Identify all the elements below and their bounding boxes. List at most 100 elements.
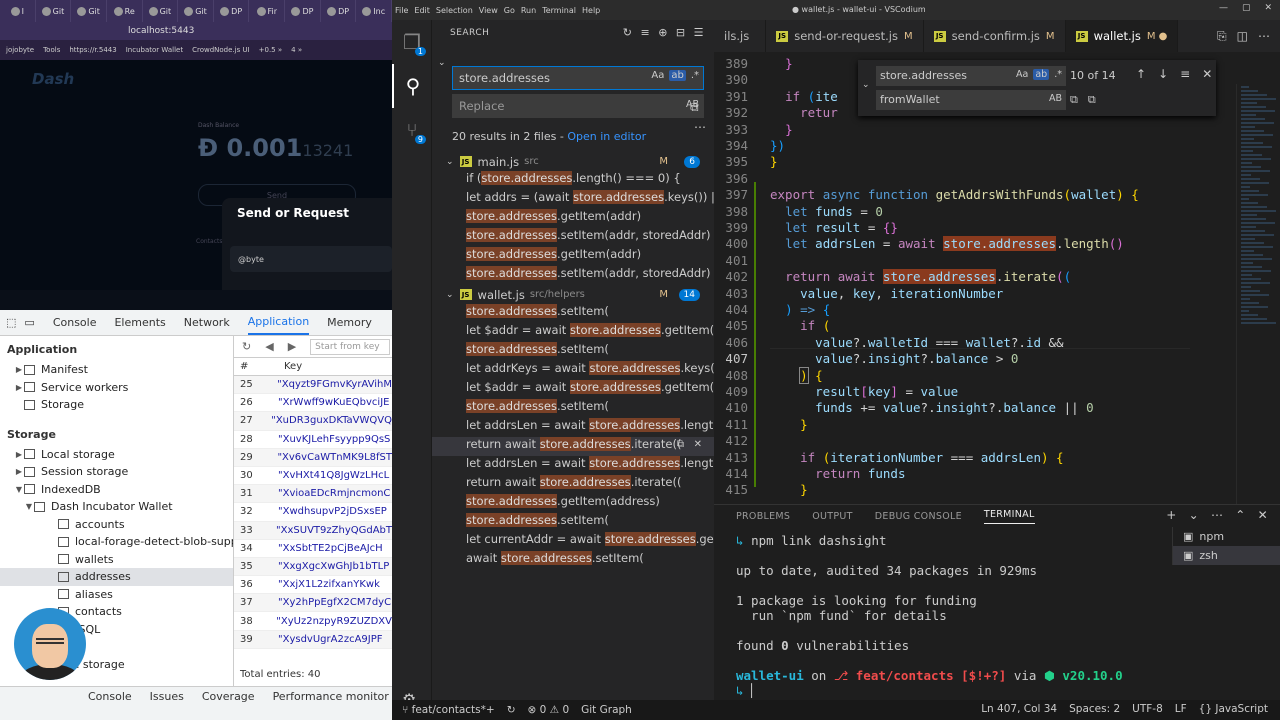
terminal-output[interactable]: ↳ npm link dashsight up to date, audited… — [736, 533, 1166, 698]
minimap[interactable] — [1236, 84, 1280, 504]
cursor-position[interactable]: Ln 407, Col 34 — [975, 703, 1063, 715]
storage-item[interactable]: local-forage-detect-blob-support — [0, 533, 233, 551]
search-match[interactable]: store.addresses.getItem(addr) — [432, 209, 714, 228]
app-item[interactable]: Storage — [0, 396, 233, 414]
expand-icon[interactable]: ▶ — [14, 450, 24, 459]
bookmark-item[interactable]: CrowdNode.js UI — [192, 46, 250, 54]
regex-icon[interactable]: .* — [691, 70, 699, 81]
browser-tab[interactable]: Inc — [356, 0, 392, 22]
search-match[interactable]: store.addresses.setItem(addr, storedAddr… — [432, 228, 714, 247]
terminal-instance[interactable]: ▣ npm — [1173, 527, 1280, 546]
menu-item[interactable]: File — [395, 6, 408, 15]
replace-one-icon[interactable]: ⧉ — [1070, 93, 1078, 107]
result-file[interactable]: ⌄ JS main.js src M 6 — [432, 152, 714, 171]
open-in-editor-link[interactable]: Open in editor — [567, 130, 646, 143]
search-match[interactable]: let addrKeys = await store.addresses.key… — [432, 361, 714, 380]
panel-tab-output[interactable]: OUTPUT — [812, 511, 853, 522]
search-match[interactable]: let currentAddr = await store.addresses.… — [432, 532, 714, 551]
problems-status[interactable]: ⊗ 0 ⚠ 0 — [522, 704, 576, 716]
clear-results-icon[interactable]: ≡ — [640, 26, 650, 39]
browser-tab[interactable]: Git — [143, 0, 179, 22]
search-match[interactable]: return await store.addresses.iterate((⧉ … — [432, 437, 714, 456]
search-match[interactable]: return await store.addresses.iterate(( — [432, 475, 714, 494]
search-match[interactable]: let addrsLen = await store.addresses.len… — [432, 456, 714, 475]
devtools-tab-console[interactable]: Console — [53, 316, 97, 329]
close-panel-icon[interactable]: ✕ — [1258, 508, 1268, 522]
find-in-selection-icon[interactable]: ≡ — [1180, 67, 1190, 81]
menu-item[interactable]: Run — [521, 6, 536, 15]
editor-tab[interactable]: JS send-confirm.js M — [924, 20, 1066, 52]
table-row[interactable]: 30 "XvHXt41Q8JgWzLHcL — [234, 467, 392, 486]
table-row[interactable]: 37 "Xy2hPpEgfX2CM7dyC — [234, 594, 392, 613]
devtools-tab-memory[interactable]: Memory — [327, 316, 372, 329]
app-item[interactable]: ▶ Manifest — [0, 361, 233, 379]
table-row[interactable]: 39 "XysdvUgrA2zcA9JPF — [234, 630, 392, 649]
line-ending[interactable]: LF — [1169, 703, 1193, 715]
table-row[interactable]: 34 "XxSbtTE2pCjBeAJcH — [234, 540, 392, 558]
browser-tab[interactable]: DP — [285, 0, 321, 22]
collapse-all-icon[interactable]: ⊟ — [676, 26, 686, 39]
split-editor-icon[interactable]: ◫ — [1237, 29, 1248, 44]
menu-item[interactable]: Terminal — [542, 6, 576, 15]
panel-tab-debug-console[interactable]: DEBUG CONSOLE — [875, 511, 962, 522]
table-row[interactable]: 28 "XuvKJLehFsyypp9QsS — [234, 431, 392, 449]
panel-tab-problems[interactable]: PROBLEMS — [736, 511, 790, 522]
maximize-icon[interactable]: ▢ — [1242, 3, 1251, 13]
search-match[interactable]: store.addresses.setItem( — [432, 399, 714, 418]
editor-tab[interactable]: ils.js — [714, 20, 767, 52]
menu-item[interactable]: Selection — [436, 6, 473, 15]
search-match[interactable]: let addrsLen = await store.addresses.len… — [432, 418, 714, 437]
drawer-tab[interactable]: Console — [88, 690, 132, 720]
result-file[interactable]: ⌄ JS wallet.js src/helpers M 14 — [432, 285, 714, 304]
whole-word-icon[interactable]: ab — [1033, 69, 1050, 80]
code-editor[interactable]: 389 390 391 392 393 394 395 396 397 398 399 400 401 4… — [714, 52, 1280, 504]
replace-input[interactable]: Replace AB — [452, 94, 704, 118]
compare-icon[interactable]: ⎘ — [1217, 29, 1227, 44]
more-icon[interactable]: ⋯ — [694, 120, 706, 134]
refresh-icon[interactable]: ↻ — [242, 340, 251, 353]
search-icon[interactable]: ⚲ — [392, 64, 432, 108]
terminal-instance[interactable]: ▣ zsh — [1173, 546, 1280, 565]
branch-status[interactable]: ⑂ feat/contacts*+ — [392, 704, 501, 716]
toggle-replace-icon[interactable]: ⌄ — [862, 80, 870, 90]
previous-match-icon[interactable]: ↑ — [1136, 67, 1146, 81]
source-control-icon[interactable]: ⑂ 9 — [392, 108, 432, 152]
menu-item[interactable]: View — [479, 6, 498, 15]
search-match[interactable]: await store.addresses.setItem( — [432, 551, 714, 570]
toggle-replace-icon[interactable]: ⌄ — [438, 58, 446, 68]
drawer-tab[interactable]: Performance monitor — [273, 690, 389, 720]
new-search-editor-icon[interactable]: ⊕ — [658, 26, 668, 39]
refresh-icon[interactable]: ↻ — [623, 26, 633, 39]
devtools-tab-elements[interactable]: Elements — [114, 316, 165, 329]
table-row[interactable]: 25 "Xqyzt9FGmvKyrAVihM — [234, 376, 392, 395]
search-match[interactable]: store.addresses.setItem( — [432, 513, 714, 532]
browser-tab[interactable]: Re — [107, 0, 143, 22]
device-toggle-icon[interactable]: ▭ — [24, 316, 34, 329]
preserve-case-icon[interactable]: AB — [1049, 93, 1062, 104]
expand-icon[interactable]: ▶ — [14, 365, 24, 374]
bookmark-item[interactable]: jojobyte — [6, 46, 34, 54]
inspect-icon[interactable]: ⬚ — [6, 316, 16, 329]
expand-icon[interactable]: ▶ — [14, 467, 24, 476]
search-input[interactable]: store.addresses Aa ab .* — [452, 66, 704, 90]
minimize-icon[interactable]: — — [1219, 3, 1228, 13]
more-actions-icon[interactable]: ⋯ — [1258, 29, 1270, 44]
match-whole-word-icon[interactable]: ab — [669, 70, 686, 81]
table-row[interactable]: 26 "XrWwff9wKuEQbvciJE — [234, 394, 392, 413]
table-row[interactable]: 27 "XuDR3guxDKTaVWQVQ — [234, 412, 392, 431]
browser-tab[interactable]: DP — [321, 0, 357, 22]
recipient-input[interactable]: @byte — [230, 246, 392, 272]
table-row[interactable]: 32 "XwdhsupvP2jDSxsEP — [234, 503, 392, 522]
next-match-icon[interactable]: ↓ — [1158, 67, 1168, 81]
browser-tab[interactable]: Git — [71, 0, 107, 22]
more-icon[interactable]: ⋯ — [1211, 508, 1223, 522]
address-bar[interactable]: localhost:5443 — [0, 22, 392, 40]
storage-item[interactable]: accounts — [0, 516, 233, 534]
storage-item[interactable]: aliases — [0, 586, 233, 604]
expand-icon[interactable]: ▶ — [14, 383, 24, 392]
menu-item[interactable]: Help — [582, 6, 600, 15]
search-match[interactable]: if (store.addresses.length() === 0) { — [432, 171, 714, 190]
storage-item[interactable]: addresses — [0, 568, 233, 586]
key-filter-input[interactable]: Start from key — [310, 338, 391, 355]
browser-tab[interactable]: I — [0, 0, 36, 22]
